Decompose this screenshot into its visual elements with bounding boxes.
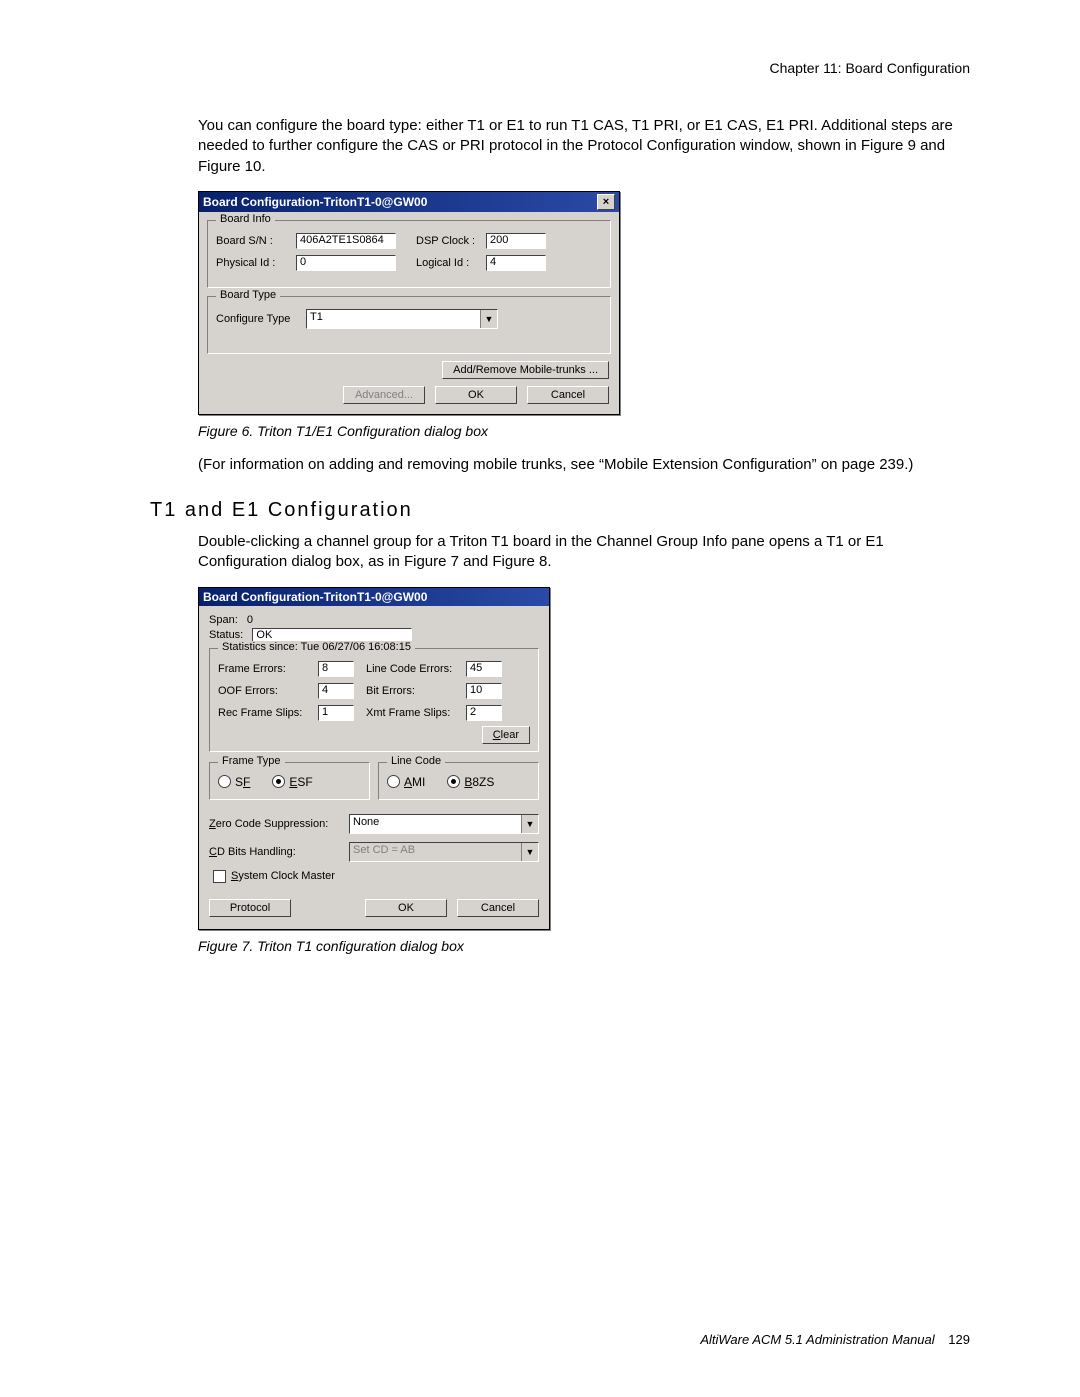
oof-errors-value: 4 [318,683,354,699]
radio-esf[interactable]: ESF [272,775,312,789]
footer-text: AltiWare ACM 5.1 Administration Manual [700,1332,934,1347]
protocol-button[interactable]: Protocol [209,899,291,917]
line-code-legend: Line Code [387,755,445,767]
line-code-errors-value: 45 [466,661,502,677]
radio-ami[interactable]: AMI [387,775,425,789]
frame-type-group: Frame Type SF ESF [209,762,370,800]
line-code-errors-label: Line Code Errors: [366,663,466,675]
section-heading: T1 and E1 Configuration [150,499,970,522]
footer-page: 129 [948,1332,970,1347]
clear-button[interactable]: Clear [482,726,530,744]
xmt-frame-slips-label: Xmt Frame Slips: [366,707,466,719]
board-config-dialog: Board Configuration-TritonT1-0@GW00 × Bo… [198,191,620,415]
dialog1-titlebar: Board Configuration-TritonT1-0@GW00 × [199,192,619,212]
intro-paragraph: You can configure the board type: either… [198,116,970,177]
board-info-group: Board Info Board S/N : 406A2TE1S0864 DSP… [207,220,611,288]
figure7-caption: Figure 7. Triton T1 configuration dialog… [198,938,970,954]
chevron-down-icon[interactable]: ▼ [521,815,538,833]
board-info-legend: Board Info [216,213,275,225]
advanced-button: Advanced... [343,386,425,404]
configure-type-label: Configure Type [216,313,306,325]
mobile-note: (For information on adding and removing … [198,455,970,475]
zero-code-combo[interactable]: None ▼ [349,814,539,834]
cancel-button[interactable]: Cancel [457,899,539,917]
add-remove-mobile-trunks-button[interactable]: Add/Remove Mobile-trunks ... [442,361,609,379]
dialog2-titlebar: Board Configuration-TritonT1-0@GW00 [199,588,549,606]
cd-bits-label: CD Bits Handling: [209,846,349,858]
close-icon[interactable]: × [597,194,615,210]
radio-sf[interactable]: SF [218,775,250,789]
dialog1-title: Board Configuration-TritonT1-0@GW00 [203,195,427,209]
frame-errors-value: 8 [318,661,354,677]
page-header: Chapter 11: Board Configuration [150,60,970,76]
board-sn-value: 406A2TE1S0864 [296,233,396,249]
dsp-clock-value: 200 [486,233,546,249]
status-label: Status: [209,629,243,641]
rec-frame-slips-value: 1 [318,705,354,721]
logical-id-value: 4 [486,255,546,271]
cd-bits-combo: Set CD = AB ▼ [349,842,539,862]
ok-button[interactable]: OK [435,386,517,404]
board-type-group: Board Type Configure Type T1 ▼ [207,296,611,354]
span-label: Span: [209,614,238,626]
line-code-group: Line Code AMI B8ZS [378,762,539,800]
span-value: 0 [247,614,253,626]
statistics-group: Statistics since: Tue 06/27/06 16:08:15 … [209,648,539,752]
oof-errors-label: OOF Errors: [218,685,318,697]
board-sn-label: Board S/N : [216,235,296,247]
bit-errors-label: Bit Errors: [366,685,466,697]
zero-code-value: None [350,815,521,833]
frame-type-legend: Frame Type [218,755,285,767]
chevron-down-icon: ▼ [521,843,538,861]
statistics-legend: Statistics since: Tue 06/27/06 16:08:15 [218,641,415,653]
t1-config-dialog: Board Configuration-TritonT1-0@GW00 Span… [198,587,550,930]
physical-id-value: 0 [296,255,396,271]
dsp-clock-label: DSP Clock : [416,235,486,247]
physical-id-label: Physical Id : [216,257,296,269]
configure-type-value: T1 [307,310,480,328]
dialog2-title: Board Configuration-TritonT1-0@GW00 [203,590,427,604]
zero-code-label: Zero Code Suppression: [209,818,349,830]
board-type-legend: Board Type [216,289,280,301]
page-footer: AltiWare ACM 5.1 Administration Manual 1… [700,1332,970,1347]
cd-bits-value: Set CD = AB [350,843,521,861]
xmt-frame-slips-value: 2 [466,705,502,721]
configure-type-combo[interactable]: T1 ▼ [306,309,498,329]
radio-b8zs[interactable]: B8ZS [447,775,494,789]
chevron-down-icon[interactable]: ▼ [480,310,497,328]
cancel-button[interactable]: Cancel [527,386,609,404]
frame-errors-label: Frame Errors: [218,663,318,675]
checkbox-icon[interactable] [213,870,226,883]
system-clock-checkbox[interactable]: System Clock Master [213,870,539,883]
ok-button[interactable]: OK [365,899,447,917]
logical-id-label: Logical Id : [416,257,486,269]
rec-frame-slips-label: Rec Frame Slips: [218,707,318,719]
figure6-caption: Figure 6. Triton T1/E1 Configuration dia… [198,423,970,439]
section-body: Double-clicking a channel group for a Tr… [198,532,970,573]
bit-errors-value: 10 [466,683,502,699]
